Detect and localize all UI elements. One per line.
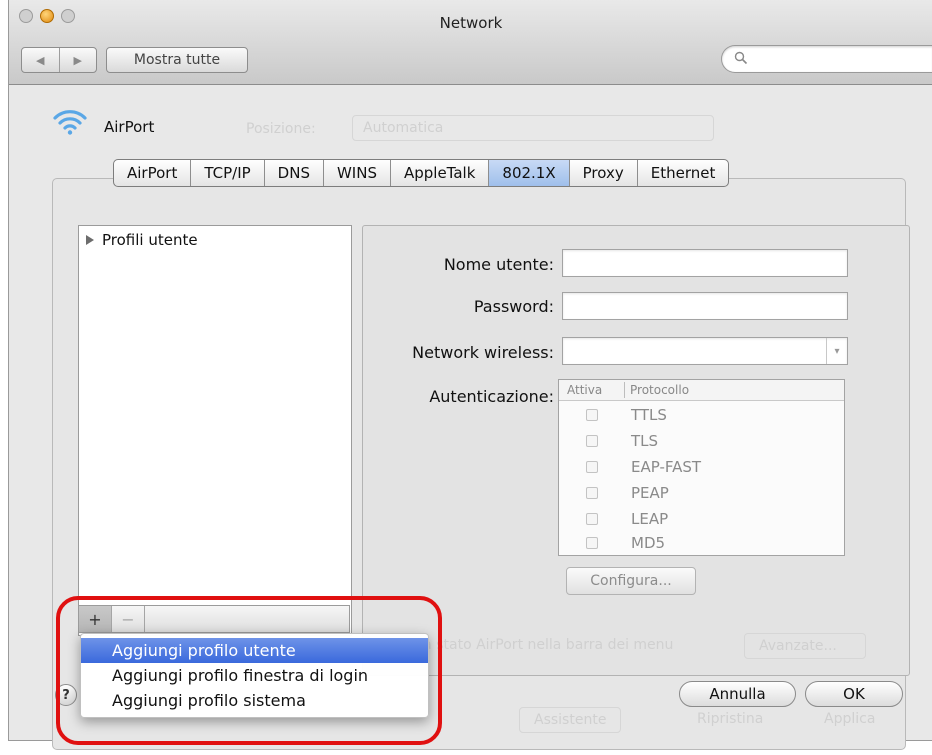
- network-window: Network ◀ ▶ Mostra tutte Posizione: Auto…: [8, 0, 932, 750]
- protocol-name: LEAP: [631, 510, 669, 528]
- ghost-assistant-label: Assistente: [534, 712, 607, 728]
- window-title: Network: [439, 14, 503, 32]
- profiles-group-label: Profili utente: [102, 231, 198, 249]
- protocol-checkbox[interactable]: [586, 461, 598, 473]
- protocol-name: TLS: [631, 432, 659, 450]
- column-protocol[interactable]: Protocollo: [630, 383, 689, 397]
- tab-tcp-ip[interactable]: TCP/IP: [191, 160, 265, 186]
- ghost-location-value: Automatica: [363, 120, 444, 136]
- protocol-row-peap[interactable]: PEAP: [559, 482, 844, 507]
- configure-button[interactable]: Configura...: [566, 567, 696, 595]
- help-button[interactable]: ?: [55, 684, 77, 706]
- tab-ethernet[interactable]: Ethernet: [638, 160, 729, 186]
- tab-dns[interactable]: DNS: [265, 160, 324, 186]
- title-bar: Network ◀ ▶ Mostra tutte: [9, 0, 932, 85]
- settings-tabs: AirPort TCP/IP DNS WINS AppleTalk 802.1X…: [113, 159, 730, 187]
- cancel-button[interactable]: Annulla: [679, 681, 796, 707]
- protocol-name: PEAP: [631, 484, 669, 502]
- tab-wins[interactable]: WINS: [324, 160, 391, 186]
- wireless-network-label: Network wireless:: [412, 343, 554, 362]
- add-profile-menu: Aggiungi profilo utente Aggiungi profilo…: [80, 633, 429, 718]
- profile-add-remove-bar: + −: [78, 605, 350, 633]
- ghost-location-label: Posizione:: [246, 121, 316, 137]
- menu-item-add-login-window-profile[interactable]: Aggiungi profilo finestra di login: [81, 663, 428, 688]
- disclosure-triangle-icon[interactable]: [86, 235, 94, 245]
- tab-appletalk[interactable]: AppleTalk: [391, 160, 490, 186]
- password-label: Password:: [473, 297, 554, 316]
- column-divider: [624, 382, 625, 398]
- ghost-advanced-label: Avanzate...: [759, 638, 837, 654]
- search-icon: [734, 51, 748, 65]
- authentication-label: Autenticazione:: [429, 387, 554, 406]
- forward-button[interactable]: ▶: [58, 48, 97, 72]
- username-label: Nome utente:: [443, 255, 554, 274]
- ghost-location-popup: Automatica: [352, 115, 714, 141]
- protocol-row-tls[interactable]: TLS: [559, 430, 844, 455]
- back-button[interactable]: ◀: [22, 48, 59, 72]
- menu-item-add-system-profile[interactable]: Aggiungi profilo sistema: [81, 688, 428, 713]
- tab-802-1x[interactable]: 802.1X: [489, 160, 570, 186]
- tab-airport[interactable]: AirPort: [114, 160, 192, 186]
- password-field[interactable]: [562, 292, 848, 320]
- interface-name: AirPort: [104, 118, 155, 136]
- authentication-table-header: Attiva Protocollo: [559, 380, 844, 401]
- show-all-button[interactable]: Mostra tutte: [106, 47, 248, 73]
- ghost-assistant-button: Assistente: [519, 707, 621, 733]
- profiles-group-row[interactable]: Profili utente: [86, 231, 198, 249]
- username-field[interactable]: [562, 249, 848, 277]
- wifi-icon: [53, 110, 87, 135]
- protocol-name: TTLS: [631, 406, 667, 424]
- ok-button[interactable]: OK: [805, 681, 903, 707]
- profiles-list[interactable]: Profili utente: [78, 225, 352, 636]
- column-active[interactable]: Attiva: [567, 383, 602, 397]
- protocol-row-ttls[interactable]: TTLS: [559, 404, 844, 429]
- remove-profile-button[interactable]: −: [112, 606, 145, 632]
- protocol-checkbox[interactable]: [586, 435, 598, 447]
- menu-item-add-user-profile[interactable]: Aggiungi profilo utente: [81, 638, 428, 663]
- protocol-name: MD5: [631, 534, 666, 552]
- ghost-advanced-button: Avanzate...: [744, 633, 866, 659]
- protocol-checkbox[interactable]: [586, 409, 598, 421]
- protocol-row-leap[interactable]: LEAP: [559, 508, 844, 533]
- search-field[interactable]: [721, 45, 932, 73]
- back-forward-control: ◀ ▶: [21, 47, 97, 73]
- wireless-network-combo[interactable]: ▾: [562, 337, 848, 365]
- add-profile-button[interactable]: +: [79, 606, 112, 632]
- protocol-row-eap-fast[interactable]: EAP-FAST: [559, 456, 844, 481]
- authentication-table[interactable]: Attiva Protocollo TTLS TLS EAP-FAST PEAP: [558, 379, 845, 556]
- protocol-row-md5[interactable]: MD5: [559, 532, 844, 557]
- chevron-down-icon[interactable]: ▾: [826, 338, 847, 364]
- protocol-checkbox[interactable]: [586, 537, 598, 549]
- protocol-checkbox[interactable]: [586, 487, 598, 499]
- tab-proxy[interactable]: Proxy: [570, 160, 638, 186]
- protocol-name: EAP-FAST: [631, 458, 702, 476]
- protocol-checkbox[interactable]: [586, 513, 598, 525]
